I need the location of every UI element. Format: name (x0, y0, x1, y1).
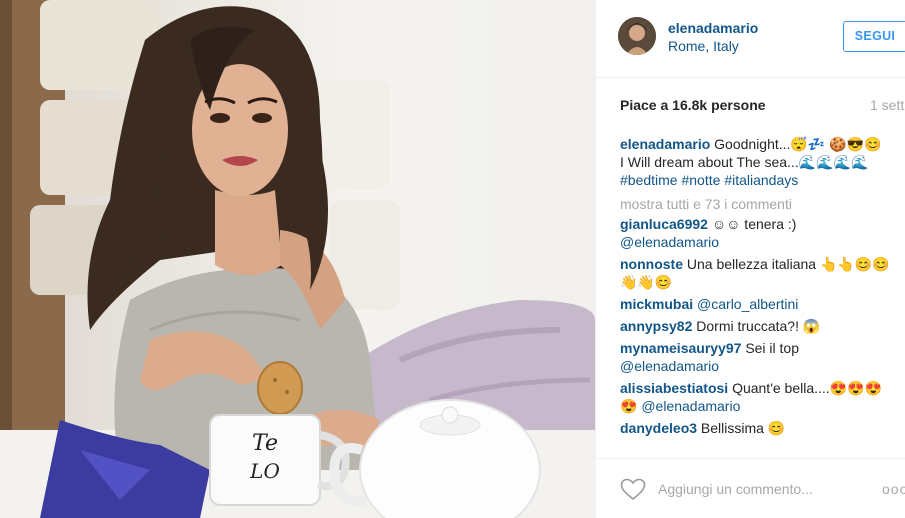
hashtag-bedtime[interactable]: #bedtime (620, 172, 678, 188)
post-age[interactable]: 1 sett. (870, 97, 905, 113)
comment-username[interactable]: alissiabestiatosi (620, 380, 728, 396)
caption-line-1: Goodnight...😴💤 🍪😎😊 (714, 136, 882, 152)
comments-list: elenadamario Goodnight...😴💤 🍪😎😊 I Will d… (620, 135, 905, 457)
follow-button[interactable]: SEGUI (843, 21, 905, 52)
svg-text:Te: Te (252, 431, 278, 456)
comment-mention[interactable]: @elenadamario (620, 358, 719, 374)
comment-username[interactable]: annypsy82 (620, 318, 692, 334)
comment-username[interactable]: nonnoste (620, 256, 683, 272)
caption-line-2: I Will dream about The sea...🌊🌊🌊🌊 (620, 154, 869, 170)
heart-icon (620, 478, 646, 501)
username-link[interactable]: elenadamario (668, 20, 758, 36)
avatar[interactable] (618, 17, 656, 55)
comment-username[interactable]: mickmubai (620, 296, 693, 312)
hashtag-notte[interactable]: #notte (681, 172, 720, 188)
comment-text: Bellissima 😊 (700, 420, 786, 436)
comment-text: Sei il top (745, 340, 800, 356)
comment: mynameisauryy97 Sei il top @elenadamario (620, 339, 905, 375)
hashtag-italiandays[interactable]: #italiandays (724, 172, 798, 188)
view-all-comments-link[interactable]: mostra tutti e 73 i commenti (620, 193, 905, 215)
location-link[interactable]: Rome, Italy (668, 38, 739, 54)
comment-username[interactable]: mynameisauryy97 (620, 340, 741, 356)
comment-text: Quant'e bella....😍😍😍 (732, 380, 882, 396)
post-header: elenadamario Rome, Italy SEGUI (596, 0, 905, 78)
likes-count[interactable]: Piace a 16.8k persone (620, 97, 766, 113)
comment: nonnoste Una bellezza italiana 👆👆😊😊 👋👋😊 (620, 255, 905, 291)
comment-text-extra: 👋👋😊 (620, 274, 673, 290)
comment: annypsy82 Dormi truccata?! 😱 (620, 317, 905, 335)
more-options-icon: ooo (882, 481, 905, 497)
comment: mickmubai @carlo_albertini (620, 295, 905, 313)
comment: danydeleo3 Bellissima 😊 (620, 419, 905, 437)
comment-username[interactable]: gianluca6992 (620, 216, 708, 232)
svg-text:LO: LO (249, 459, 280, 483)
avatar-image (618, 17, 656, 55)
post-detail-panel: elenadamario Rome, Italy SEGUI Piace a 1… (595, 0, 905, 518)
comment-mention[interactable]: @carlo_albertini (697, 296, 798, 312)
post-photo[interactable]: Te LO (0, 0, 595, 518)
comment-username[interactable]: danydeleo3 (620, 420, 697, 436)
comment: alissiabestiatosi Quant'e bella....😍😍😍 😍… (620, 379, 905, 415)
comment: gianluca6992 ☺☺ tenera :) @elenadamario (620, 215, 905, 251)
comment-text: Dormi truccata?! 😱 (696, 318, 821, 334)
caption-username[interactable]: elenadamario (620, 136, 710, 152)
comment-text: ☺☺ tenera :) (711, 216, 797, 232)
like-button[interactable] (620, 478, 646, 506)
comment-mention[interactable]: 😍 @elenadamario (620, 398, 740, 414)
comment-mention[interactable]: @elenadamario (620, 234, 719, 250)
more-options-button[interactable]: ooo (882, 481, 905, 497)
comment-bar: Aggiungi un commento... ooo (596, 458, 905, 518)
caption: elenadamario Goodnight...😴💤 🍪😎😊 I Will d… (620, 135, 905, 189)
photo-illustration: Te LO (0, 0, 595, 518)
add-comment-input[interactable]: Aggiungi un commento... (658, 481, 813, 497)
comment-text: Una bellezza italiana 👆👆😊😊 (686, 256, 890, 272)
likes-label: Piace a 16.8k persone (620, 97, 766, 113)
